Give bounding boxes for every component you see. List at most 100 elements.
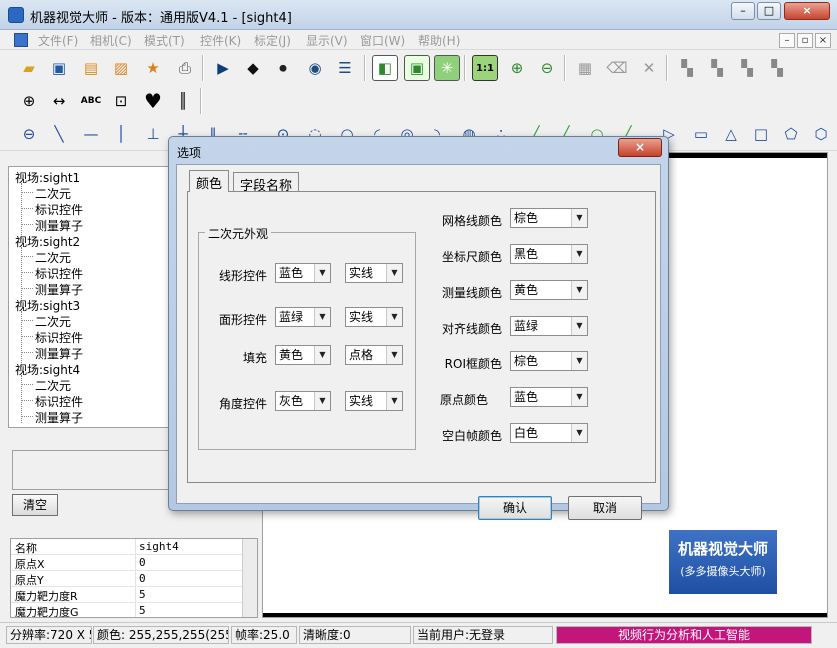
mdi-minimize-button[interactable]: – <box>779 33 795 48</box>
perpendicular-icon[interactable]: ⊥ <box>140 121 166 147</box>
menu-calibrate[interactable]: 标定(J) <box>254 32 291 49</box>
pentagon-icon[interactable]: ⬠ <box>778 121 804 147</box>
blank-frame-color-select[interactable]: 白色 ▼ <box>510 423 588 443</box>
tree-node-sight4[interactable]: 视场:sight4 <box>15 361 80 378</box>
mdi-close-button[interactable]: × <box>815 33 831 48</box>
dialog-close-button[interactable]: × <box>618 138 662 157</box>
slant-line-icon[interactable]: ╲ <box>46 121 72 147</box>
line-control-style-select[interactable]: 实线 ▼ <box>345 263 403 283</box>
roi-color-select[interactable]: 棕色 ▼ <box>510 351 588 371</box>
ruler-color-select[interactable]: 黑色 ▼ <box>510 244 588 264</box>
fit-icon[interactable]: ✳ <box>434 55 460 81</box>
tree-child[interactable]: 二次元 <box>35 313 71 330</box>
ok-button[interactable]: 确认 <box>478 496 552 520</box>
line-control-color-select[interactable]: 蓝色 ▼ <box>275 263 331 283</box>
image-icon[interactable]: ▨ <box>108 55 134 81</box>
list-icon[interactable]: ☰ <box>332 55 358 81</box>
minimize-button[interactable]: – <box>731 2 755 20</box>
measure-line-color-select[interactable]: 黄色 ▼ <box>510 280 588 300</box>
property-row[interactable]: 原点Y 0 <box>11 571 243 587</box>
open-folder-icon[interactable]: ▰ <box>16 55 42 81</box>
open-file-icon[interactable]: ▤ <box>78 55 104 81</box>
property-row[interactable]: 魔力靶力度R 5 <box>11 587 243 603</box>
angle-control-color-select[interactable]: 灰色 ▼ <box>275 391 331 411</box>
clear-button[interactable]: 清空 <box>12 494 58 516</box>
import-icon[interactable]: ★ <box>140 55 166 81</box>
tree-node-sight1[interactable]: 视场:sight1 <box>15 169 80 186</box>
area-control-style-select[interactable]: 实线 ▼ <box>345 307 403 327</box>
tree-child[interactable]: 测量算子 <box>35 281 83 298</box>
property-row[interactable]: 名称 sight4 <box>11 539 243 555</box>
fill-color-select[interactable]: 黄色 ▼ <box>275 345 331 365</box>
tree-child[interactable]: 二次元 <box>35 249 71 266</box>
property-scrollbar[interactable] <box>242 539 257 617</box>
grid-color-select[interactable]: 棕色 ▼ <box>510 208 588 228</box>
tree-child[interactable]: 二次元 <box>35 185 71 202</box>
group-icon-3[interactable]: ▚ <box>734 55 760 81</box>
hexagon-icon[interactable]: ⬡ <box>808 121 834 147</box>
abc-icon[interactable]: ABC <box>78 88 104 114</box>
group-icon-2[interactable]: ▚ <box>704 55 730 81</box>
fill-style-select[interactable]: 点格 ▼ <box>345 345 403 365</box>
arrows-icon[interactable]: ↔ <box>46 88 72 114</box>
menu-window[interactable]: 窗口(W) <box>360 32 405 49</box>
frame-fill-icon[interactable]: ▣ <box>404 55 430 81</box>
origin-color-select[interactable]: 蓝色 ▼ <box>510 387 588 407</box>
zoom-in-icon[interactable]: ⊕ <box>504 55 530 81</box>
menu-mode[interactable]: 模式(T) <box>144 32 185 49</box>
text-box-icon[interactable]: ⊡ <box>108 88 134 114</box>
property-row[interactable]: 原点X 0 <box>11 555 243 571</box>
vertical-line-icon[interactable]: │ <box>108 121 134 147</box>
menu-file[interactable]: 文件(F) <box>38 32 78 49</box>
horizontal-line-icon[interactable]: — <box>78 121 104 147</box>
tree-node-sight3[interactable]: 视场:sight3 <box>15 297 80 314</box>
close-button[interactable]: × <box>784 2 830 20</box>
tree-child[interactable]: 标识控件 <box>35 201 83 218</box>
play-icon[interactable]: ▶ <box>210 55 236 81</box>
tree-node-sight2[interactable]: 视场:sight2 <box>15 233 80 250</box>
chevron-down-icon: ▼ <box>571 317 587 335</box>
property-row[interactable]: 魔力靶力度G 5 <box>11 603 243 617</box>
print-icon[interactable]: ⎙ <box>172 55 198 81</box>
menu-view[interactable]: 显示(V) <box>306 32 348 49</box>
clear-disabled-icon[interactable]: ⌫ <box>604 55 630 81</box>
picture-disabled-icon[interactable]: ▦ <box>572 55 598 81</box>
group-icon-1[interactable]: ▚ <box>674 55 700 81</box>
mdi-restore-button[interactable]: ▫ <box>797 33 813 48</box>
mdi-controls: – ▫ × <box>777 32 831 48</box>
tree-child[interactable]: 标识控件 <box>35 265 83 282</box>
tree-child[interactable]: 标识控件 <box>35 329 83 346</box>
maximize-button[interactable]: □ <box>757 2 781 20</box>
tree-child[interactable]: 测量算子 <box>35 217 83 234</box>
menu-help[interactable]: 帮助(H) <box>418 32 460 49</box>
stop-icon[interactable]: ⏺ <box>270 55 296 81</box>
camera-settings-icon[interactable]: ◉ <box>302 55 328 81</box>
step-icon[interactable]: ◆ <box>240 55 266 81</box>
zoom-out-icon[interactable]: ⊖ <box>534 55 560 81</box>
tree-child[interactable]: 测量算子 <box>35 409 83 426</box>
menu-controls[interactable]: 控件(K) <box>200 32 241 49</box>
triangle-icon[interactable]: △ <box>718 121 744 147</box>
rect-dash-icon[interactable]: ▭ <box>688 121 714 147</box>
cancel-button[interactable]: 取消 <box>568 496 642 520</box>
barcode-icon[interactable]: ║ <box>170 88 196 114</box>
group-icon-4[interactable]: ▚ <box>764 55 790 81</box>
point-icon[interactable]: ⊖ <box>16 121 42 147</box>
actual-size-icon[interactable]: 1:1 <box>472 55 498 81</box>
heart-icon[interactable]: ♥ <box>140 88 166 114</box>
tab-field-names[interactable]: 字段名称 <box>233 172 300 194</box>
angle-control-style-select[interactable]: 实线 ▼ <box>345 391 403 411</box>
system-menu-icon[interactable] <box>14 33 28 47</box>
tab-colors[interactable]: 颜色 <box>189 170 230 192</box>
tree-child[interactable]: 二次元 <box>35 377 71 394</box>
crosshair-icon[interactable]: ⊕ <box>16 88 42 114</box>
tree-child[interactable]: 标识控件 <box>35 393 83 410</box>
save-icon[interactable]: ▣ <box>46 55 72 81</box>
align-line-color-select[interactable]: 蓝绿 ▼ <box>510 316 588 336</box>
frame-icon[interactable]: ◧ <box>372 55 398 81</box>
tree-child[interactable]: 测量算子 <box>35 345 83 362</box>
menu-camera[interactable]: 相机(C) <box>90 32 132 49</box>
delete-disabled-icon[interactable]: ✕ <box>636 55 662 81</box>
square-icon[interactable]: □ <box>748 121 774 147</box>
area-control-color-select[interactable]: 蓝绿 ▼ <box>275 307 331 327</box>
